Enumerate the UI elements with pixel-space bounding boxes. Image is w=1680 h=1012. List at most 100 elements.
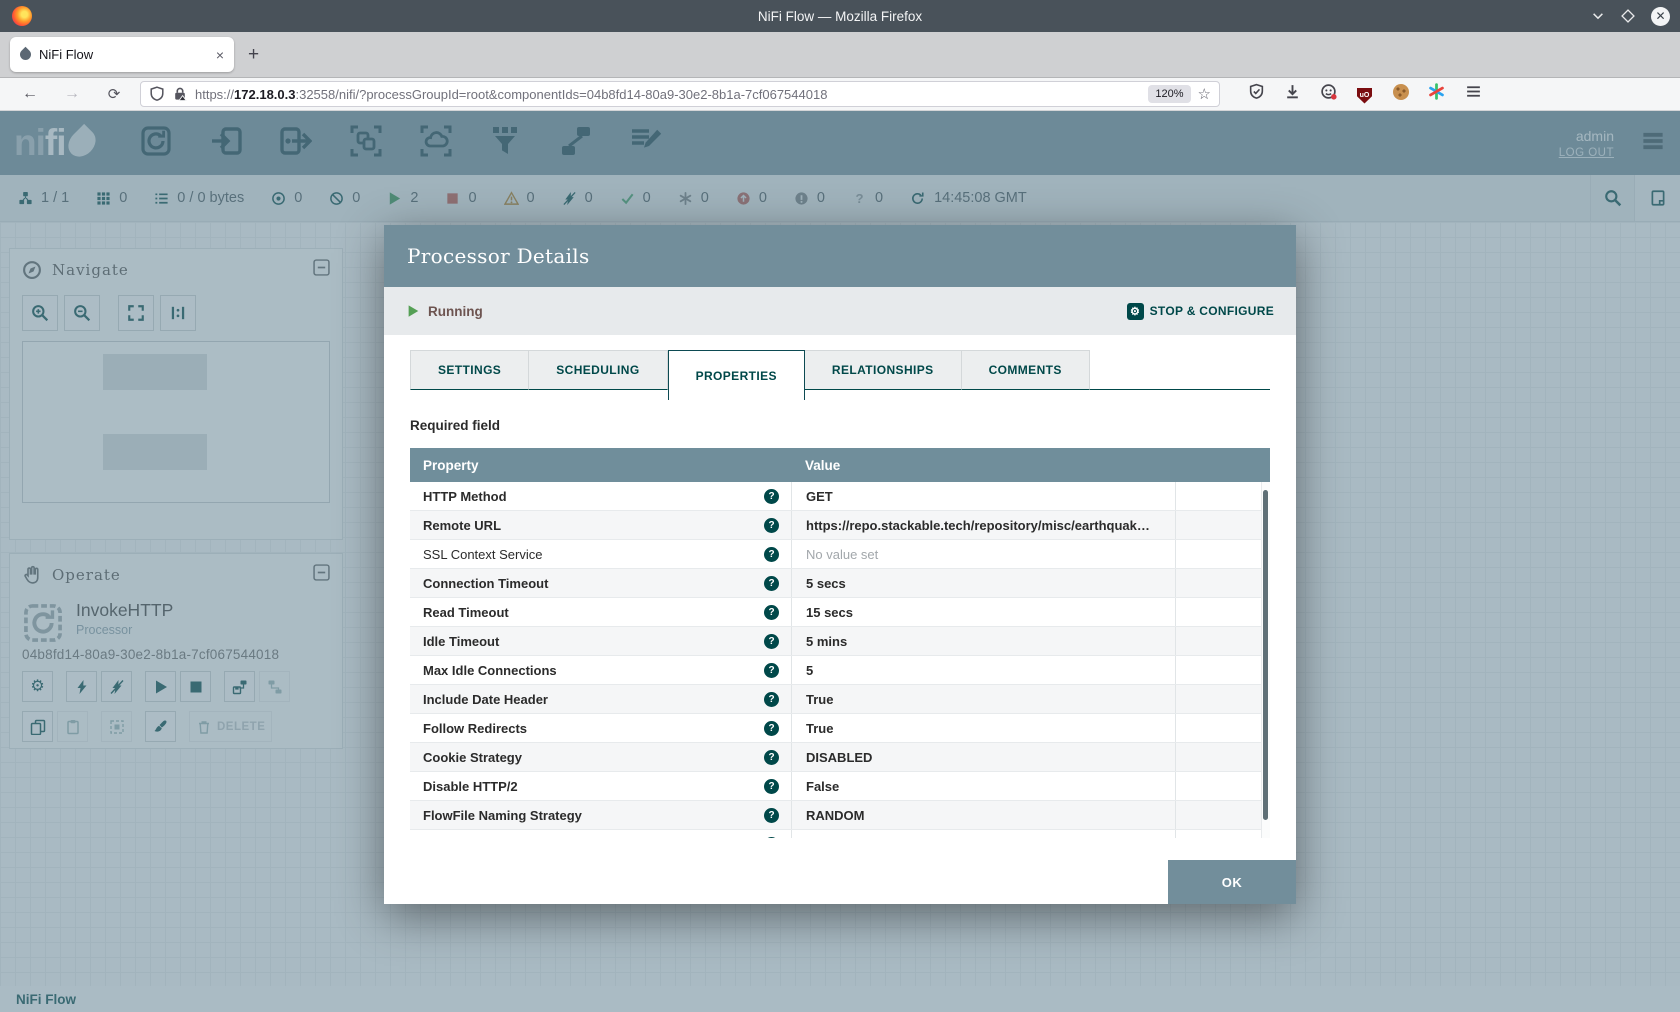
- row-filler: [1175, 714, 1270, 742]
- lock-warning-icon[interactable]: [172, 86, 188, 102]
- url-bar[interactable]: https://172.18.0.3:32558/nifi/?processGr…: [140, 81, 1220, 107]
- extension-colorful-asterisk-button[interactable]: [1428, 83, 1445, 105]
- reload-button[interactable]: ⟳: [102, 85, 126, 103]
- help-icon[interactable]: ?: [764, 605, 779, 620]
- help-icon[interactable]: ?: [764, 750, 779, 765]
- property-cell: Disable HTTP/2?: [410, 772, 791, 800]
- property-row: FlowFile Naming Strategy?RANDOM: [410, 801, 1270, 830]
- help-icon[interactable]: ?: [764, 634, 779, 649]
- property-value: 5 secs: [791, 569, 1175, 597]
- back-button[interactable]: ←: [18, 85, 42, 103]
- property-row: Read Timeout?15 secs: [410, 598, 1270, 627]
- property-cell: Read Timeout?: [410, 598, 791, 626]
- extension-shield-check-button[interactable]: [1248, 83, 1265, 105]
- property-name: Include Date Header: [423, 692, 548, 707]
- table-scrollbar[interactable]: [1261, 482, 1270, 838]
- property-name: Follow Redirects: [423, 721, 527, 736]
- property-row: Connection Timeout? 5 secs: [410, 569, 1270, 598]
- browser-menu-button[interactable]: [1465, 83, 1482, 105]
- extension-icons: uO: [1248, 83, 1445, 105]
- property-row: Follow Redirects? True: [410, 714, 1270, 743]
- property-column-header: Property: [410, 458, 791, 473]
- property-name: Request Username: [423, 837, 535, 839]
- property-name: Cookie Strategy: [423, 750, 522, 765]
- containers-mask-icon: [1320, 83, 1337, 100]
- extension-download-button[interactable]: [1284, 83, 1301, 105]
- help-icon[interactable]: ?: [764, 489, 779, 504]
- close-icon[interactable]: ✕: [1651, 7, 1670, 26]
- dialog-header: Processor Details: [384, 225, 1296, 287]
- property-row: Remote URL?https://repo.stackable.tech/r…: [410, 511, 1270, 540]
- property-row: Include Date Header?True: [410, 685, 1270, 714]
- tab-relationships[interactable]: RELATIONSHIPS: [805, 350, 962, 390]
- row-filler: [1175, 830, 1270, 838]
- help-icon[interactable]: ?: [764, 547, 779, 562]
- scrollbar-thumb[interactable]: [1263, 490, 1268, 820]
- help-icon[interactable]: ?: [764, 721, 779, 736]
- property-value: No value set: [791, 830, 1175, 838]
- tab-fill: [1090, 350, 1270, 390]
- property-name: Max Idle Connections: [423, 663, 557, 678]
- browser-tabstrip: NiFi Flow × +: [0, 32, 1680, 78]
- required-field-note: Required field: [410, 418, 1270, 433]
- tab-close-icon[interactable]: ×: [216, 47, 224, 63]
- help-icon[interactable]: ?: [764, 837, 779, 839]
- dialog-status-bar: Running ⚙ STOP & CONFIGURE: [384, 287, 1296, 335]
- help-icon[interactable]: ?: [764, 663, 779, 678]
- row-filler: [1175, 801, 1270, 829]
- row-filler: [1175, 685, 1270, 713]
- forward-button[interactable]: →: [60, 85, 84, 103]
- property-value: True: [791, 714, 1175, 742]
- running-status-icon: [406, 304, 420, 318]
- stop-and-configure-button[interactable]: ⚙ STOP & CONFIGURE: [1127, 303, 1274, 320]
- property-row: HTTP Method?GET: [410, 482, 1270, 511]
- property-name: SSL Context Service: [423, 547, 542, 562]
- row-filler: [1175, 656, 1270, 684]
- extension-cookie-button[interactable]: [1392, 83, 1409, 105]
- property-name: Idle Timeout: [423, 634, 499, 649]
- tab-properties[interactable]: PROPERTIES: [668, 350, 805, 400]
- ok-button[interactable]: OK: [1168, 860, 1296, 904]
- row-filler: [1175, 627, 1270, 655]
- extension-ublock-button[interactable]: uO: [1356, 84, 1373, 104]
- property-value: 15 secs: [791, 598, 1175, 626]
- tab-title: NiFi Flow: [39, 47, 208, 62]
- property-value: 5 mins: [791, 627, 1175, 655]
- bookmark-star-icon[interactable]: ☆: [1198, 85, 1211, 103]
- property-cell: FlowFile Naming Strategy?: [410, 801, 791, 829]
- property-name: HTTP Method: [423, 489, 507, 504]
- row-filler: [1175, 540, 1270, 568]
- url-text: https://172.18.0.3:32558/nifi/?processGr…: [195, 87, 1141, 102]
- browser-navbar: ← → ⟳ https://172.18.0.3:32558/nifi/?pro…: [0, 78, 1680, 111]
- download-icon: [1284, 83, 1301, 100]
- ublock-icon: uO: [1356, 87, 1373, 104]
- help-icon[interactable]: ?: [764, 576, 779, 591]
- dialog-title: Processor Details: [407, 244, 590, 268]
- zoom-level-badge[interactable]: 120%: [1148, 85, 1190, 103]
- row-filler: [1175, 482, 1270, 510]
- processor-details-dialog: Processor Details Running ⚙ STOP & CONFI…: [384, 225, 1296, 904]
- minimize-icon[interactable]: [1591, 9, 1605, 23]
- property-name: Connection Timeout: [423, 576, 548, 591]
- tab-comments[interactable]: COMMENTS: [962, 350, 1090, 390]
- new-tab-button[interactable]: +: [248, 44, 259, 66]
- nifi-favicon-icon: [18, 47, 34, 63]
- help-icon[interactable]: ?: [764, 692, 779, 707]
- maximize-icon[interactable]: [1621, 9, 1635, 23]
- property-cell: Max Idle Connections?: [410, 656, 791, 684]
- help-icon[interactable]: ?: [764, 808, 779, 823]
- value-column-header: Value: [791, 458, 840, 473]
- property-row: Disable HTTP/2?False: [410, 772, 1270, 801]
- browser-tab[interactable]: NiFi Flow ×: [10, 37, 234, 72]
- tracking-shield-icon[interactable]: [149, 86, 165, 102]
- property-cell: HTTP Method?: [410, 482, 791, 510]
- row-filler: [1175, 772, 1270, 800]
- property-value: https://repo.stackable.tech/repository/m…: [791, 511, 1175, 539]
- tab-scheduling[interactable]: SCHEDULING: [529, 350, 667, 390]
- property-name: Read Timeout: [423, 605, 509, 620]
- help-icon[interactable]: ?: [764, 779, 779, 794]
- help-icon[interactable]: ?: [764, 518, 779, 533]
- tab-settings[interactable]: SETTINGS: [410, 350, 529, 390]
- property-row: Cookie Strategy?DISABLED: [410, 743, 1270, 772]
- extension-containers-mask-button[interactable]: [1320, 83, 1337, 105]
